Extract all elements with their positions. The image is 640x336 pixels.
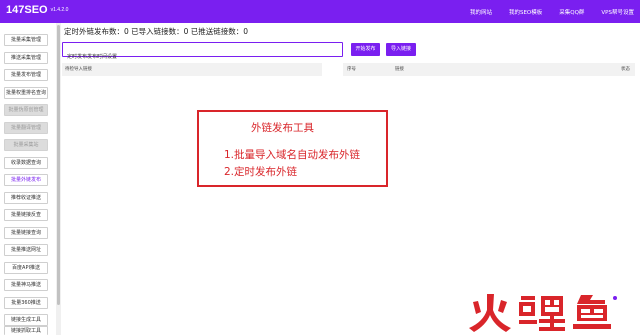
sidebar-item-link-generator[interactable]: 链接生成工具 <box>4 314 48 326</box>
sidebar-item-pseudo-original[interactable]: 批量伪原创管理 <box>4 104 48 116</box>
top-nav: 我的网站 我的SEO模板 采集QQ群 VPS帮号设置 <box>453 0 634 23</box>
top-bar: 147SEO v1.4.2.0 我的网站 我的SEO模板 采集QQ群 VPS帮号设… <box>0 0 640 23</box>
column-header-index: 序号 <box>347 67 356 72</box>
schedule-input[interactable] <box>63 50 342 63</box>
sidebar-item-index-query[interactable]: 收录数据查询 <box>4 156 48 169</box>
nav-vps-settings[interactable]: VPS帮号设置 <box>601 8 634 16</box>
sidebar-item-backlink-publish[interactable]: 批量外链发布 <box>4 174 48 186</box>
annotation-title: 外链发布工具 <box>251 122 314 134</box>
sidebar: 批量采集管理 推送采集管理 批量发布管理 批量权重排名查询 批量伪原创管理 批量… <box>0 23 60 335</box>
carp-glyph <box>519 296 565 331</box>
app-brand-name: 147SEO <box>6 4 48 16</box>
results-table-header: 序号 链接 状态 <box>343 63 635 76</box>
annotation-box: 外链发布工具 1.批量导入域名自动发布外链 2.定时发布外链 <box>197 110 388 187</box>
sidebar-item-link-query[interactable]: 批量链接查询 <box>4 226 48 239</box>
sidebar-item-translate[interactable]: 批量翻译管理 <box>4 121 48 134</box>
sidebar-item-batch-publish[interactable]: 批量发布管理 <box>4 69 48 81</box>
app-version: v1.4.2.0 <box>50 7 69 14</box>
schedule-input-wrapper <box>62 42 343 63</box>
watermark-logo-svg <box>469 294 617 332</box>
sidebar-item-index-push[interactable]: 推荐收证推送 <box>4 191 48 204</box>
column-header-link: 链接 <box>395 67 404 72</box>
sidebar-item-shenma-push[interactable]: 批量神马推送 <box>4 279 48 291</box>
sidebar-item-rank-query[interactable]: 批量权重排名查询 <box>4 86 48 99</box>
annotation-line-2: 2.定时发布外链 <box>224 166 298 178</box>
sidebar-item-link-crawler[interactable]: 链接抓取工具 <box>4 326 48 335</box>
publish-status-text: 定时外链发布数：0 已导入链接数：0 已推送链接数：0 <box>64 27 249 36</box>
sidebar-item-push-collect[interactable]: 推送采集管理 <box>4 51 48 64</box>
sidebar-item-batch-collect[interactable]: 批量采集管理 <box>4 34 48 46</box>
column-header-status: 状态 <box>621 67 630 72</box>
sidebar-item-baidu-api[interactable]: 百度API推送 <box>4 261 48 274</box>
start-publish-button[interactable]: 开始发布 <box>351 43 380 56</box>
annotation-line-1: 1.批量导入域名自动发布外链 <box>224 149 361 161</box>
app-brand: 147SEO v1.4.2.0 <box>6 4 68 16</box>
nav-qq-group[interactable]: 采集QQ群 <box>559 8 584 16</box>
sidebar-scrollbar-thumb[interactable] <box>57 25 60 305</box>
nav-my-sites[interactable]: 我的网站 <box>470 8 492 16</box>
import-links-button[interactable]: 导入链接 <box>386 43 416 56</box>
fire-carp-watermark-logo <box>469 292 629 332</box>
sidebar-item-360-push[interactable]: 批量360推送 <box>4 296 48 309</box>
sidebar-item-push-urls[interactable]: 批量推送网址 <box>4 244 48 256</box>
sidebar-item-collect-site[interactable]: 批量采集站 <box>4 139 48 151</box>
fire-glyph <box>469 294 511 332</box>
pending-links-table-header: 待检导入链接 <box>62 63 322 76</box>
fish-glyph <box>573 295 617 329</box>
nav-seo-templates[interactable]: 我的SEO模板 <box>509 8 542 16</box>
sidebar-item-link-reverse[interactable]: 批量链接反查 <box>4 209 48 221</box>
